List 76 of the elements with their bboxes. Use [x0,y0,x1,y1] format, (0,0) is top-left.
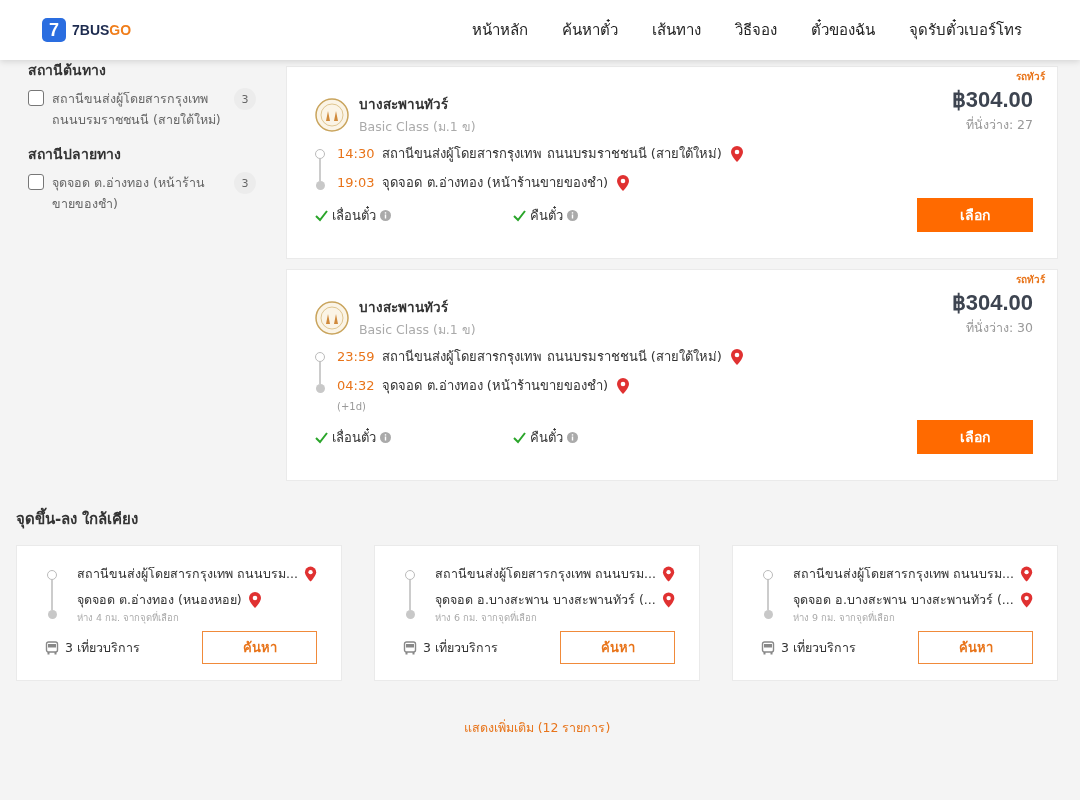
route-line-drawing [763,570,773,619]
seats-available: ที่นั่งว่าง: 27 [964,115,1033,134]
route-line-drawing [405,570,415,619]
station-name: จุดจอด ต.อ่างทอง (หน้าร้านขายของชำ) [382,174,608,192]
nav-link[interactable]: หน้าหลัก [472,18,528,42]
departure-time: 23:59 [337,348,375,366]
station-name: สถานีขนส่งผู้โดยสารกรุงเทพ ถนนบรมราชชนนี (สายใต้ใหม่) [382,145,722,163]
feature-label: เลื่อนตั๋ว [332,205,376,225]
info-icon[interactable] [567,209,578,221]
map-pin-icon[interactable] [616,174,630,192]
arrival-time: 19:03 [337,174,375,192]
operator-name: บางสะพานทัวร์ [359,298,449,317]
station-name: สถานีขนส่งผู้โดยสารกรุงเทพ ถนนบรมราชชนนี (สายใต้ใหม่) [382,348,722,366]
nav-link[interactable]: วิธีจอง [735,18,777,42]
next-day-note: (+1d) [337,401,366,413]
bus-type-tag: รถทัวร์ [1016,272,1045,287]
map-pin-icon[interactable] [247,591,262,609]
map-pin-icon[interactable] [1019,591,1033,609]
price: ฿304.00 [951,87,1033,113]
map-pin-icon[interactable] [661,591,675,609]
distance-note: ห่าง 4 กม. จากจุดที่เลือก [77,610,181,625]
operator-seal-icon [315,301,349,335]
brand-name[interactable]: 7BUSGO [72,22,132,38]
station-name: สถานีขนส่งผู้โดยสารกรุงเทพ ถนนบรม... [793,565,1014,584]
info-icon[interactable] [567,431,578,443]
bus-class: Basic Class (ม.1 ข) [359,321,476,339]
distance-note: ห่าง 9 กม. จากจุดที่เลือก [793,610,897,625]
info-icon[interactable] [380,209,391,221]
filter-label: สถานีขนส่งผู้โดยสารกรุงเทพ ถนนบรมราชชนนี (สายใต้ใหม่) [52,90,222,129]
route-line-drawing [47,570,57,619]
checkbox[interactable] [28,90,44,106]
nav-link[interactable]: ค้นหาตั๋ว [562,18,618,42]
nav-link[interactable]: ตั๋วของฉัน [811,18,875,42]
filter-label: จุดจอด ต.อ่างทอง (หน้าร้านขายของชำ) [52,174,206,213]
station-name: จุดจอด อ.บางสะพาน บางสะพานทัวร์ (... [793,591,1014,610]
map-pin-icon[interactable] [616,377,630,395]
logo-icon[interactable]: 7 [42,18,66,42]
bus-icon [45,640,59,655]
operator-name: บางสะพานทัวร์ [359,95,449,114]
bus-type-tag: รถทัวร์ [1016,69,1045,84]
trip-count: 3 เที่ยวบริการ [781,638,856,657]
distance-note: ห่าง 6 กม. จากจุดที่เลือก [435,610,539,625]
filter-title: สถานีปลายทาง [28,145,122,164]
route-line-drawing [315,352,325,393]
map-pin-icon[interactable] [303,565,317,583]
section-title: จุดขึ้น-ลง ใกล้เคียง [16,507,1058,531]
bus-icon [403,640,417,655]
bus-class: Basic Class (ม.1 ข) [359,118,476,136]
nav-link[interactable]: จุดรับตั๋วเบอร์โทร [909,18,1022,42]
seats-available: ที่นั่งว่าง: 30 [964,318,1033,337]
nav-link[interactable]: เส้นทาง [652,18,701,42]
station-name: จุดจอด ต.อ่างทอง (หนองหอย) [77,591,242,610]
station-name: จุดจอด อ.บางสะพาน บางสะพานทัวร์ (... [435,591,656,610]
map-pin-icon[interactable] [729,348,744,366]
filter-title: สถานีต้นทาง [28,61,107,80]
station-name: จุดจอด ต.อ่างทอง (หน้าร้านขายของชำ) [382,377,608,395]
trip-count: 3 เที่ยวบริการ [423,638,498,657]
price: ฿304.00 [951,290,1033,316]
feature-label: คืนตั๋ว [530,427,563,447]
bus-icon [761,640,775,655]
station-name: สถานีขนส่งผู้โดยสารกรุงเทพ ถนนบรม... [77,565,298,584]
arrival-time: 04:32 [337,377,375,395]
checkbox[interactable] [28,174,44,190]
departure-time: 14:30 [337,145,375,163]
info-icon[interactable] [380,431,391,443]
trip-count: 3 เที่ยวบริการ [65,638,140,657]
map-pin-icon[interactable] [1019,565,1033,583]
feature-label: คืนตั๋ว [530,205,563,225]
station-name: สถานีขนส่งผู้โดยสารกรุงเทพ ถนนบรม... [435,565,656,584]
map-pin-icon[interactable] [661,565,675,583]
operator-seal-icon [315,98,349,132]
count-badge: 3 [234,88,256,110]
count-badge: 3 [234,172,256,194]
map-pin-icon[interactable] [729,145,744,163]
feature-label: เลื่อนตั๋ว [332,427,376,447]
route-line-drawing [315,149,325,190]
